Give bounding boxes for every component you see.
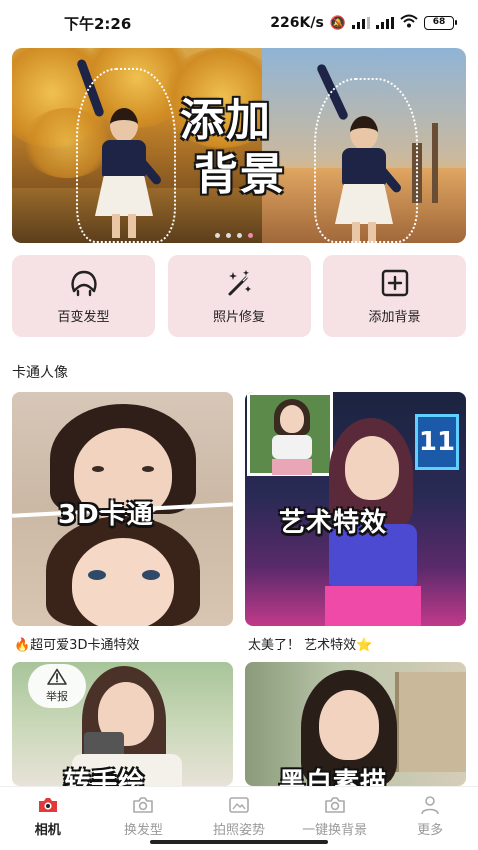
carousel-dot <box>226 233 231 238</box>
report-button[interactable]: 举报 <box>28 664 86 708</box>
tool-hairstyle-button[interactable]: 百变发型 <box>12 255 155 337</box>
image-icon <box>228 795 250 815</box>
camera-outline-icon <box>324 795 346 815</box>
carousel-dot <box>215 233 220 238</box>
status-icons: 226K/s 🔕 68 <box>270 14 457 32</box>
card-caption: 🔥超可爱3D卡通特效 <box>14 638 140 653</box>
card-overlay-title: 转手绘 <box>64 768 146 786</box>
hair-icon <box>69 268 99 298</box>
warning-icon <box>47 668 67 688</box>
card-overlay-title: 艺术特效 <box>279 508 388 538</box>
card-3d-cartoon[interactable]: 3D卡通 <box>12 392 233 626</box>
card-sketch[interactable]: 黑白素描 <box>245 662 466 786</box>
tool-label: 百变发型 <box>57 309 110 325</box>
nav-label: 更多 <box>417 823 444 838</box>
status-time: 下午2:26 <box>64 14 132 33</box>
camera-icon <box>37 795 59 815</box>
nav-label: 一键换背景 <box>302 823 368 838</box>
plus-square-icon <box>380 268 410 298</box>
carousel-dot-active <box>248 233 253 238</box>
nav-label: 相机 <box>34 823 61 838</box>
card-overlay-title: 黑白素描 <box>279 768 388 786</box>
camera-outline-icon <box>132 795 154 815</box>
report-label: 举报 <box>46 690 68 703</box>
carousel-dot <box>237 233 242 238</box>
nav-item-more[interactable]: 更多 <box>385 795 475 850</box>
tool-photo-repair-button[interactable]: 照片修复 <box>167 255 311 337</box>
banner-right-scene <box>262 48 466 243</box>
card-art-effect[interactable]: 11 艺术特效 <box>245 392 466 626</box>
network-speed: 226K/s <box>270 15 324 31</box>
magic-wand-icon <box>224 268 254 298</box>
wifi-icon <box>400 14 418 32</box>
banner-carousel[interactable]: 添加 背景 <box>12 48 466 243</box>
section-title: 卡通人像 <box>12 365 68 381</box>
home-indicator[interactable] <box>150 840 328 844</box>
nav-label: 换发型 <box>123 823 163 838</box>
nav-label: 拍照姿势 <box>212 823 265 838</box>
nav-item-camera[interactable]: 相机 <box>3 795 93 850</box>
battery-icon: 68 <box>424 16 457 30</box>
quick-tools: 百变发型 照片修复 添加背景 <box>12 255 466 337</box>
mute-icon: 🔕 <box>329 15 346 31</box>
carousel-indicator <box>215 233 253 238</box>
user-icon <box>419 795 441 815</box>
card-caption: 太美了！ 艺术特效⭐ <box>248 638 373 653</box>
tool-label: 添加背景 <box>368 309 421 325</box>
signal-icon <box>376 17 394 29</box>
tool-label: 照片修复 <box>212 309 265 325</box>
tool-add-background-button[interactable]: 添加背景 <box>323 255 466 337</box>
signal-icon <box>352 17 370 29</box>
card-overlay-title: 3D卡通 <box>58 500 154 530</box>
status-bar: 下午2:26 226K/s 🔕 68 <box>0 0 478 46</box>
banner-title-line2: 背景 <box>194 149 286 200</box>
